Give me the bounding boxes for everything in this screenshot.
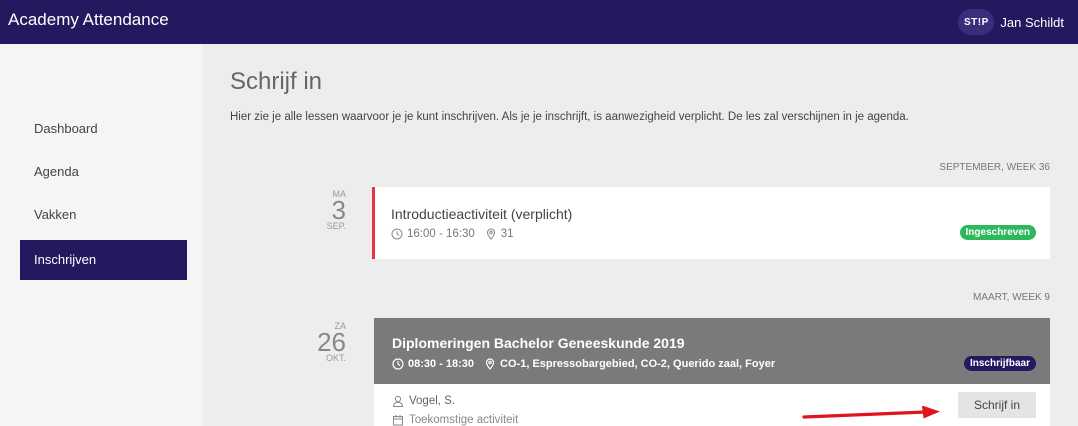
- clock-icon: [392, 358, 404, 370]
- event-card[interactable]: Introductieactiviteit (verplicht) 16:00 …: [372, 187, 1050, 259]
- event-month: OKT.: [325, 353, 346, 363]
- event-card-body: Vogel, S. Toekomstige activiteit Schrijf…: [374, 384, 1050, 426]
- sidebar-item-dashboard[interactable]: Dashboard: [20, 109, 187, 149]
- teacher-name: Vogel, S.: [409, 395, 456, 407]
- week-label: SEPTEMBER, WEEK 36: [939, 162, 1050, 173]
- sidebar-item-vakken[interactable]: Vakken: [20, 195, 187, 235]
- top-bar: Academy Attendance ST!P Jan Schildt: [0, 0, 1078, 44]
- calendar-icon: [393, 415, 403, 426]
- sidebar: Dashboard Agenda Vakken Inschrijven: [0, 44, 202, 426]
- sidebar-item-agenda[interactable]: Agenda: [20, 152, 187, 192]
- person-icon: [392, 395, 404, 407]
- location-pin-icon: [486, 228, 495, 240]
- main-content: Schrijf in Hier zie je alle lessen waarv…: [202, 44, 1078, 426]
- event-location: CO-1, Espressobargebied, CO-2, Querido z…: [500, 358, 776, 370]
- event-date: ZA 26 OKT.: [286, 321, 346, 363]
- week-label: MAART, WEEK 9: [972, 292, 1050, 303]
- arrow-icon: [802, 406, 940, 419]
- event-day: 26: [317, 327, 346, 357]
- page-title: Schrijf in: [230, 68, 323, 95]
- sidebar-item-inschrijven[interactable]: Inschrijven: [20, 240, 187, 280]
- event-card-header: Diplomeringen Bachelor Geneeskunde 2019 …: [374, 318, 1050, 384]
- event-meta: 08:30 - 18:30 CO-1, Espressobargebied, C…: [392, 358, 775, 370]
- event-title: Diplomeringen Bachelor Geneeskunde 2019: [392, 335, 685, 351]
- event-teacher: Vogel, S.: [392, 395, 455, 407]
- event-note: Toekomstige activiteit: [392, 414, 518, 426]
- event-card[interactable]: Diplomeringen Bachelor Geneeskunde 2019 …: [374, 318, 1050, 426]
- app-title[interactable]: Academy Attendance: [8, 10, 169, 30]
- event-title: Introductieactiviteit (verplicht): [391, 206, 573, 222]
- event-location: 31: [500, 228, 514, 240]
- event-note-text: Toekomstige activiteit: [409, 414, 519, 426]
- location-pin-icon: [485, 358, 495, 370]
- stip-logo: ST!P: [958, 9, 995, 35]
- event-time: 08:30 - 18:30: [408, 358, 475, 370]
- enroll-button[interactable]: Schrijf in: [958, 392, 1036, 418]
- status-badge: Ingeschreven: [959, 225, 1036, 240]
- event-meta: 16:00 - 16:30 31: [391, 228, 514, 240]
- event-date: MA 3 SEP.: [286, 189, 346, 231]
- user-menu[interactable]: ST!P Jan Schildt: [958, 9, 1064, 35]
- clock-icon: [391, 228, 403, 240]
- user-name[interactable]: Jan Schildt: [1000, 15, 1064, 30]
- status-badge: Inschrijfbaar: [963, 356, 1036, 371]
- event-day: 3: [331, 195, 346, 225]
- event-month: SEP.: [326, 221, 346, 231]
- event-time: 16:00 - 16:30: [407, 228, 475, 240]
- intro-text: Hier zie je alle lessen waarvoor je je k…: [230, 111, 909, 123]
